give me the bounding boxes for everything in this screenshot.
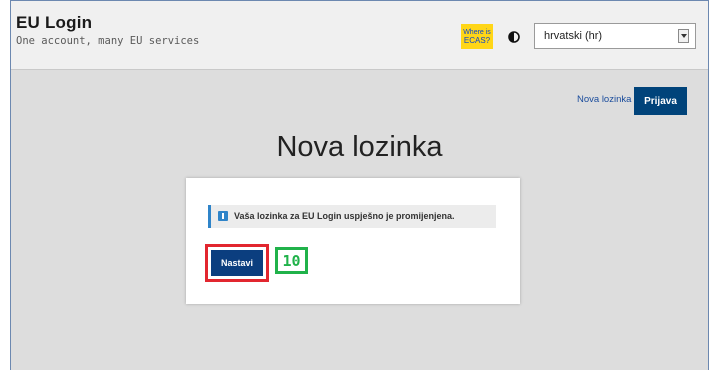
continue-highlight: Nastavi [205, 244, 269, 282]
success-message: Vaša lozinka za EU Login uspješno je pro… [208, 205, 496, 228]
header-bar: EU Login One account, many EU services W… [11, 1, 708, 70]
step-annotation: 10 [275, 247, 308, 274]
new-password-link[interactable]: Nova lozinka [577, 94, 631, 105]
app-subtitle: One account, many EU services [16, 35, 200, 47]
continue-button[interactable]: Nastavi [211, 250, 263, 276]
success-message-text: Vaša lozinka za EU Login uspješno je pro… [234, 211, 455, 221]
login-button[interactable]: Prijava [634, 87, 687, 115]
browser-frame: EU Login One account, many EU services W… [10, 0, 709, 370]
where-is-ecas-link[interactable]: Where is ECAS? [461, 24, 493, 49]
language-select[interactable]: hrvatski (hr) [534, 23, 696, 49]
page-title: Nova lozinka [276, 131, 443, 163]
contrast-icon[interactable] [508, 31, 520, 43]
message-card: Vaša lozinka za EU Login uspješno je pro… [186, 178, 520, 304]
language-selected-value: hrvatski (hr) [544, 30, 603, 42]
info-icon [218, 211, 228, 221]
where-is-ecas-line2: ECAS? [463, 35, 491, 45]
app-title: EU Login [16, 13, 93, 32]
chevron-down-icon[interactable] [678, 29, 689, 43]
